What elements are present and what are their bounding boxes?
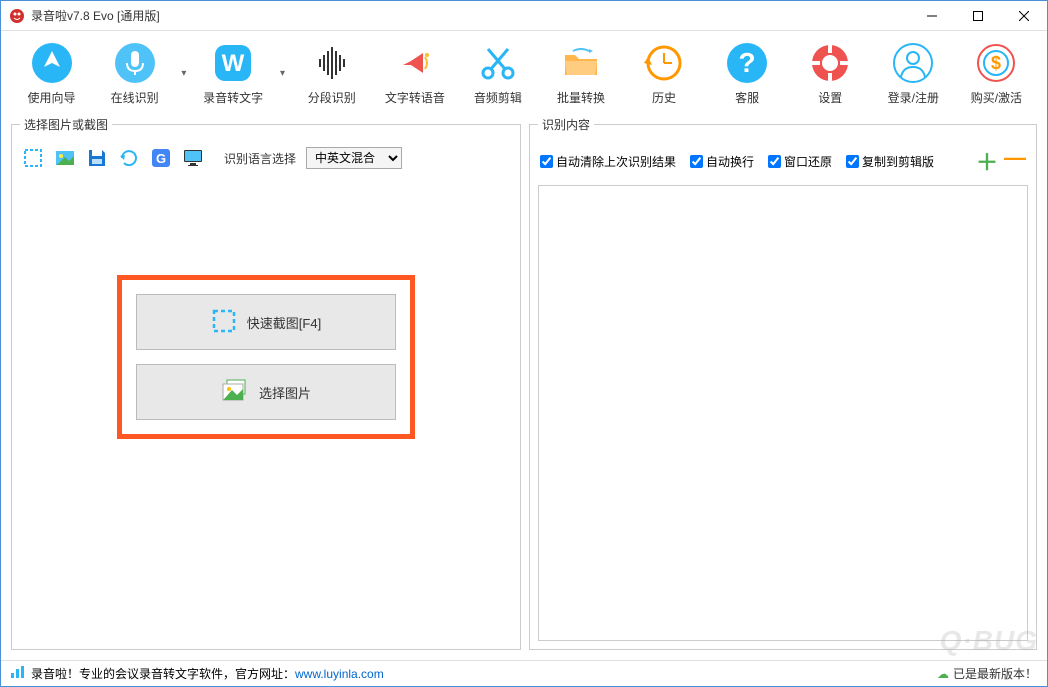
toolbar-settings[interactable]: 设置: [790, 37, 871, 110]
add-button[interactable]: ＋: [976, 145, 998, 177]
right-panel: 识别内容 自动清除上次识别结果 自动换行 窗口还原 复制到剪辑版 ＋ —: [529, 116, 1037, 650]
remove-button[interactable]: —: [1004, 145, 1026, 177]
scissors-icon: [476, 41, 520, 85]
left-legend: 选择图片或截图: [20, 116, 112, 133]
toolbar-segment[interactable]: 分段识别: [291, 37, 372, 110]
toolbar-service[interactable]: ? 客服: [707, 37, 788, 110]
plus-minus-controls: ＋ —: [976, 145, 1026, 177]
right-legend: 识别内容: [538, 116, 594, 133]
help-icon: ?: [725, 41, 769, 85]
image-file-icon[interactable]: [54, 147, 76, 169]
toolbar-login[interactable]: 登录/注册: [873, 37, 954, 110]
image-stack-icon: [221, 378, 249, 407]
image-select-group: 选择图片或截图 G 识别语言选择 中英文混合 快速截图[F4]: [11, 116, 521, 650]
svg-text:?: ?: [739, 47, 756, 78]
select-image-button[interactable]: 选择图片: [136, 364, 396, 420]
image-drop-area: 快速截图[F4] 选择图片: [20, 175, 512, 641]
guide-icon: [30, 41, 74, 85]
online-dropdown-arrow[interactable]: ▾: [177, 68, 190, 79]
window-title: 录音啦v7.8 Evo [通用版]: [31, 7, 909, 24]
capture-icon[interactable]: [22, 147, 44, 169]
w-icon: W: [211, 41, 255, 85]
titlebar: 录音啦v7.8 Evo [通用版]: [1, 1, 1047, 31]
left-panel: 选择图片或截图 G 识别语言选择 中英文混合 快速截图[F4]: [11, 116, 521, 650]
user-icon: [891, 41, 935, 85]
history-icon: [642, 41, 686, 85]
toolbar-buy[interactable]: $ 购买/激活: [956, 37, 1037, 110]
dollar-target-icon: $: [974, 41, 1018, 85]
lang-label: 识别语言选择: [224, 150, 296, 167]
capture-dashed-icon: [211, 308, 237, 337]
microphone-icon: [113, 41, 157, 85]
auto-wrap-checkbox[interactable]: 自动换行: [690, 153, 754, 170]
recognition-content-group: 识别内容 自动清除上次识别结果 自动换行 窗口还原 复制到剪辑版 ＋ —: [529, 116, 1037, 650]
lang-select[interactable]: 中英文混合: [306, 147, 402, 169]
toolbar-audio-edit[interactable]: 音频剪辑: [457, 37, 538, 110]
svg-text:$: $: [991, 53, 1001, 73]
monitor-icon[interactable]: [182, 147, 204, 169]
result-text-area[interactable]: [538, 185, 1028, 641]
main-content: 选择图片或截图 G 识别语言选择 中英文混合 快速截图[F4]: [1, 116, 1047, 660]
copy-clipboard-checkbox[interactable]: 复制到剪辑版: [846, 153, 934, 170]
minimize-button[interactable]: [909, 1, 955, 31]
rec2text-dropdown-arrow[interactable]: ▾: [276, 68, 289, 79]
save-icon[interactable]: [86, 147, 108, 169]
toolbar-rec-to-text[interactable]: W 录音转文字: [193, 37, 274, 110]
toolbar-batch[interactable]: 批量转换: [540, 37, 621, 110]
main-toolbar: 使用向导 在线识别 ▾ W 录音转文字 ▾ 分段识别 文字转语音 音频剪辑 批量…: [1, 31, 1047, 116]
status-left: 录音啦！专业的会议录音转文字软件，官方网址：www.luyinla.com: [11, 665, 384, 682]
action-highlight-box: 快速截图[F4] 选择图片: [117, 275, 415, 439]
toolbar-history[interactable]: 历史: [624, 37, 705, 110]
lifebuoy-icon: [808, 41, 852, 85]
svg-text:W: W: [222, 50, 245, 77]
refresh-icon[interactable]: [118, 147, 140, 169]
auto-clear-checkbox[interactable]: 自动清除上次识别结果: [540, 153, 676, 170]
status-url[interactable]: www.luyinla.com: [295, 667, 384, 681]
version-status: 已是最新版本！: [953, 665, 1037, 682]
close-button[interactable]: [1001, 1, 1047, 31]
waveform-icon: [310, 41, 354, 85]
left-mini-toolbar: G 识别语言选择 中英文混合: [20, 141, 512, 175]
toolbar-online-recognition[interactable]: 在线识别: [94, 37, 175, 110]
toolbar-tts[interactable]: 文字转语音: [374, 37, 455, 110]
statusbar: 录音啦！专业的会议录音转文字软件，官方网址：www.luyinla.com ☁ …: [1, 660, 1047, 686]
app-icon: [9, 8, 25, 24]
window-restore-checkbox[interactable]: 窗口还原: [768, 153, 832, 170]
bars-icon: [11, 666, 25, 681]
right-options-row: 自动清除上次识别结果 自动换行 窗口还原 复制到剪辑版 ＋ —: [538, 141, 1028, 181]
megaphone-icon: [393, 41, 437, 85]
svg-text:G: G: [156, 151, 166, 166]
folder-icon: [559, 41, 603, 85]
translate-icon[interactable]: G: [150, 147, 172, 169]
quick-capture-button[interactable]: 快速截图[F4]: [136, 294, 396, 350]
cloud-icon: ☁: [937, 667, 949, 681]
toolbar-guide[interactable]: 使用向导: [11, 37, 92, 110]
maximize-button[interactable]: [955, 1, 1001, 31]
status-text: 录音啦！专业的会议录音转文字软件，官方网址：www.luyinla.com: [31, 665, 384, 682]
status-right: ☁ 已是最新版本！: [937, 665, 1037, 682]
